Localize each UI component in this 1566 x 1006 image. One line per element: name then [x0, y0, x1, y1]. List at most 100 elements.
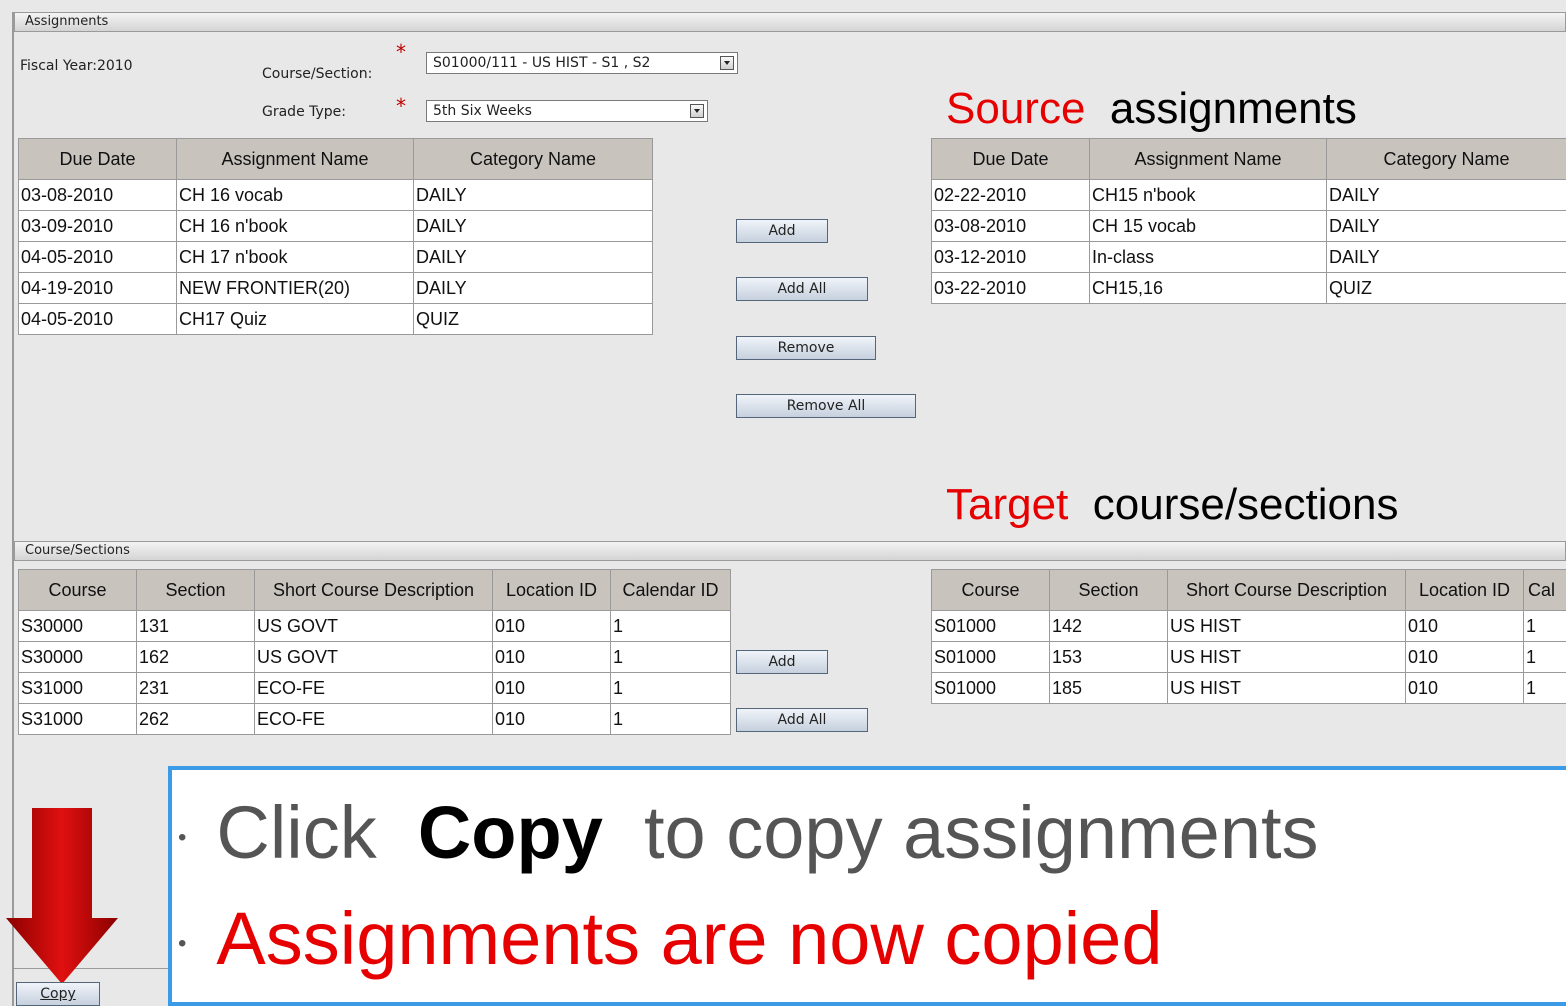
- column-header[interactable]: Course: [931, 569, 1050, 611]
- table-cell: CH 15 vocab: [1089, 210, 1327, 242]
- assignments-panel-title: Assignments: [25, 14, 109, 29]
- table-cell: In-class: [1089, 241, 1327, 273]
- table-row[interactable]: 02-22-2010 CH15 n'book DAILY: [931, 179, 1566, 211]
- column-header[interactable]: Cal: [1523, 569, 1566, 611]
- course-section-select[interactable]: S01000/111 - US HIST - S1 , S2: [426, 52, 738, 74]
- table-row[interactable]: S31000 231 ECO-FE 010 1: [18, 672, 731, 704]
- instruction-copied: Assignments are now copied: [216, 897, 1163, 980]
- left-assignments-table: Due Date Assignment Name Category Name 0…: [18, 138, 653, 335]
- table-row[interactable]: 03-12-2010 In-class DAILY: [931, 241, 1566, 273]
- add-all-button[interactable]: Add All: [736, 277, 868, 301]
- table-cell: QUIZ: [413, 303, 653, 335]
- table-cell: 162: [136, 641, 255, 673]
- column-header[interactable]: Location ID: [492, 569, 611, 611]
- instruction-click: Click: [216, 791, 377, 874]
- table-row[interactable]: 04-05-2010 CH 17 n'book DAILY: [18, 241, 653, 273]
- fiscal-year-label: Fiscal Year:: [20, 58, 97, 74]
- required-mark-grade: *: [396, 94, 406, 118]
- table-cell: 1: [1523, 672, 1566, 704]
- table-row[interactable]: S01000 142 US HIST 010 1: [931, 610, 1566, 642]
- column-header[interactable]: Category Name: [1326, 138, 1566, 180]
- column-header[interactable]: Section: [136, 569, 255, 611]
- chevron-down-icon[interactable]: [690, 104, 704, 118]
- chevron-down-icon[interactable]: [720, 56, 734, 70]
- copy-button[interactable]: Copy: [16, 982, 100, 1006]
- table-cell: 1: [1523, 641, 1566, 673]
- table-cell: 010: [492, 672, 611, 704]
- course-section-value: S01000/111 - US HIST - S1 , S2: [433, 55, 651, 71]
- instruction-rest: to copy assignments: [643, 791, 1319, 874]
- course-sections-panel-title: Course/Sections: [25, 543, 130, 558]
- arrow-down-icon: [6, 808, 118, 984]
- column-header[interactable]: Calendar ID: [610, 569, 731, 611]
- table-cell: 185: [1049, 672, 1168, 704]
- fiscal-year-text: Fiscal Year:2010: [20, 58, 133, 74]
- table-cell: 142: [1049, 610, 1168, 642]
- column-header[interactable]: Due Date: [18, 138, 177, 180]
- table-cell: US HIST: [1167, 672, 1406, 704]
- table-cell: 010: [492, 641, 611, 673]
- table-row[interactable]: 03-08-2010 CH 16 vocab DAILY: [18, 179, 653, 211]
- grade-type-label: Grade Type:: [262, 104, 347, 120]
- column-header[interactable]: Assignment Name: [1089, 138, 1327, 180]
- table-cell: DAILY: [413, 241, 653, 273]
- table-row[interactable]: S30000 162 US GOVT 010 1: [18, 641, 731, 673]
- table-cell: CH 16 n'book: [176, 210, 414, 242]
- table-cell: S31000: [18, 703, 137, 735]
- table-row[interactable]: S31000 262 ECO-FE 010 1: [18, 703, 731, 735]
- table-cell: CH17 Quiz: [176, 303, 414, 335]
- source-annotation: Source assignments: [946, 84, 1357, 134]
- table-row[interactable]: 03-09-2010 CH 16 n'book DAILY: [18, 210, 653, 242]
- table-cell: 02-22-2010: [931, 179, 1090, 211]
- remove-button[interactable]: Remove: [736, 336, 876, 360]
- table-cell: 231: [136, 672, 255, 704]
- table-cell: DAILY: [413, 210, 653, 242]
- table-row[interactable]: 04-05-2010 CH17 Quiz QUIZ: [18, 303, 653, 335]
- grade-type-select[interactable]: 5th Six Weeks: [426, 100, 708, 122]
- table-cell: US GOVT: [254, 610, 493, 642]
- instruction-line-2: • Assignments are now copied: [178, 896, 1162, 981]
- table-cell: US HIST: [1167, 641, 1406, 673]
- column-header[interactable]: Location ID: [1405, 569, 1524, 611]
- right-courses-table-viewport: Course Section Short Course Description …: [931, 569, 1566, 719]
- table-cell: 153: [1049, 641, 1168, 673]
- instruction-callout: • Click Copy to copy assignments • Assignm…: [168, 766, 1566, 1006]
- table-cell: 03-22-2010: [931, 272, 1090, 304]
- table-cell: 1: [610, 610, 731, 642]
- column-header[interactable]: Category Name: [413, 138, 653, 180]
- column-header[interactable]: Section: [1049, 569, 1168, 611]
- column-header[interactable]: Assignment Name: [176, 138, 414, 180]
- table-cell: CH15 n'book: [1089, 179, 1327, 211]
- table-cell: DAILY: [413, 179, 653, 211]
- column-header[interactable]: Short Course Description: [1167, 569, 1406, 611]
- table-cell: 03-08-2010: [931, 210, 1090, 242]
- table-cell: CH15,16: [1089, 272, 1327, 304]
- table-cell: DAILY: [1326, 179, 1566, 211]
- column-header[interactable]: Due Date: [931, 138, 1090, 180]
- table-cell: 010: [1405, 610, 1524, 642]
- add-course-button[interactable]: Add: [736, 650, 828, 674]
- table-row[interactable]: 03-08-2010 CH 15 vocab DAILY: [931, 210, 1566, 242]
- copy-button-label: Copy: [40, 986, 76, 1002]
- table-cell: 1: [610, 641, 731, 673]
- add-button[interactable]: Add: [736, 219, 828, 243]
- table-cell: 131: [136, 610, 255, 642]
- table-cell: S01000: [931, 610, 1050, 642]
- table-cell: 04-05-2010: [18, 241, 177, 273]
- add-all-courses-button[interactable]: Add All: [736, 708, 868, 732]
- table-header-row: Course Section Short Course Description …: [18, 569, 731, 611]
- table-row[interactable]: S30000 131 US GOVT 010 1: [18, 610, 731, 642]
- table-row[interactable]: 04-19-2010 NEW FRONTIER(20) DAILY: [18, 272, 653, 304]
- table-cell: 04-05-2010: [18, 303, 177, 335]
- table-row[interactable]: 03-22-2010 CH15,16 QUIZ: [931, 272, 1566, 304]
- source-rest: assignments: [1109, 84, 1357, 133]
- table-cell: ECO-FE: [254, 703, 493, 735]
- table-header-row: Due Date Assignment Name Category Name: [18, 138, 653, 180]
- source-word: Source: [946, 84, 1086, 133]
- table-row[interactable]: S01000 185 US HIST 010 1: [931, 672, 1566, 704]
- table-row[interactable]: S01000 153 US HIST 010 1: [931, 641, 1566, 673]
- table-cell: S01000: [931, 641, 1050, 673]
- column-header[interactable]: Course: [18, 569, 137, 611]
- remove-all-button[interactable]: Remove All: [736, 394, 916, 418]
- column-header[interactable]: Short Course Description: [254, 569, 493, 611]
